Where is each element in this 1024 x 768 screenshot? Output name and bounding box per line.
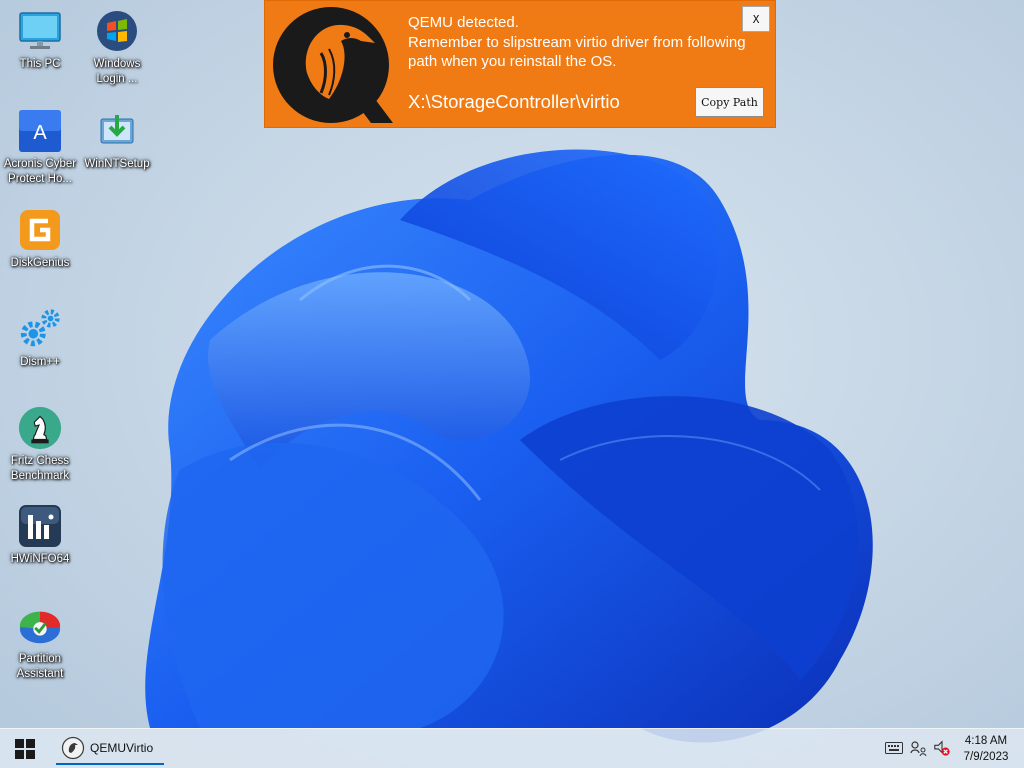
- qemu-message: QEMU detected. Remember to slipstream vi…: [408, 14, 746, 70]
- windows-logo-icon: [15, 739, 35, 759]
- start-button[interactable]: [8, 733, 42, 765]
- volume-muted-icon[interactable]: [933, 739, 951, 757]
- desktop-icon-windows-login[interactable]: Windows Login ...: [77, 8, 157, 87]
- network-icon[interactable]: [910, 739, 928, 757]
- winntsetup-icon: [94, 108, 140, 154]
- desktop-icon-hwinfo[interactable]: HWiNFO64: [0, 503, 80, 567]
- hwinfo-icon: [17, 503, 63, 549]
- virtio-driver-path: X:\StorageController\virtio: [408, 91, 620, 112]
- desktop-icon-dism[interactable]: Dism++: [0, 306, 80, 370]
- copy-path-button[interactable]: Copy Path: [695, 87, 764, 117]
- desktop-icon-diskgenius[interactable]: DiskGenius: [0, 207, 80, 271]
- close-button[interactable]: X: [742, 6, 770, 32]
- monitor-icon: [17, 8, 63, 54]
- desktop-icon-fritz-chess[interactable]: Fritz Chess Benchmark: [0, 405, 80, 484]
- chess-knight-icon: [17, 405, 63, 451]
- desktop-icon-acronis[interactable]: A Acronis Cyber Protect Ho...: [0, 108, 80, 187]
- keyboard-icon[interactable]: [885, 739, 903, 757]
- clock-time: 4:18 AM: [964, 735, 1008, 747]
- desktop-icon-this-pc[interactable]: This PC: [0, 8, 80, 72]
- partition-assistant-icon: [17, 603, 63, 649]
- taskbar: QEMUVirtio 4:18 AM 7/9/2023: [0, 728, 1024, 768]
- gears-icon: [17, 306, 63, 352]
- acronis-icon: A: [17, 108, 63, 154]
- svg-text:A: A: [33, 122, 47, 144]
- desktop-icon-winntsetup[interactable]: WinNTSetup: [77, 108, 157, 172]
- qemu-app-icon: [61, 736, 85, 759]
- system-clock[interactable]: 4:18 AM 7/9/2023: [960, 733, 1012, 765]
- clock-date: 7/9/2023: [963, 751, 1009, 763]
- diskgenius-icon: [17, 207, 63, 253]
- taskbar-item-qemuvirtio[interactable]: QEMUVirtio: [56, 732, 164, 765]
- qemu-notification-banner: QEMU detected. Remember to slipstream vi…: [264, 0, 776, 128]
- taskbar-item-label: QEMUVirtio: [90, 740, 154, 755]
- qemu-logo-icon: [271, 3, 395, 127]
- windows-orb-icon: [94, 8, 140, 54]
- desktop-icon-partition-assistant[interactable]: Partition Assistant: [0, 603, 80, 682]
